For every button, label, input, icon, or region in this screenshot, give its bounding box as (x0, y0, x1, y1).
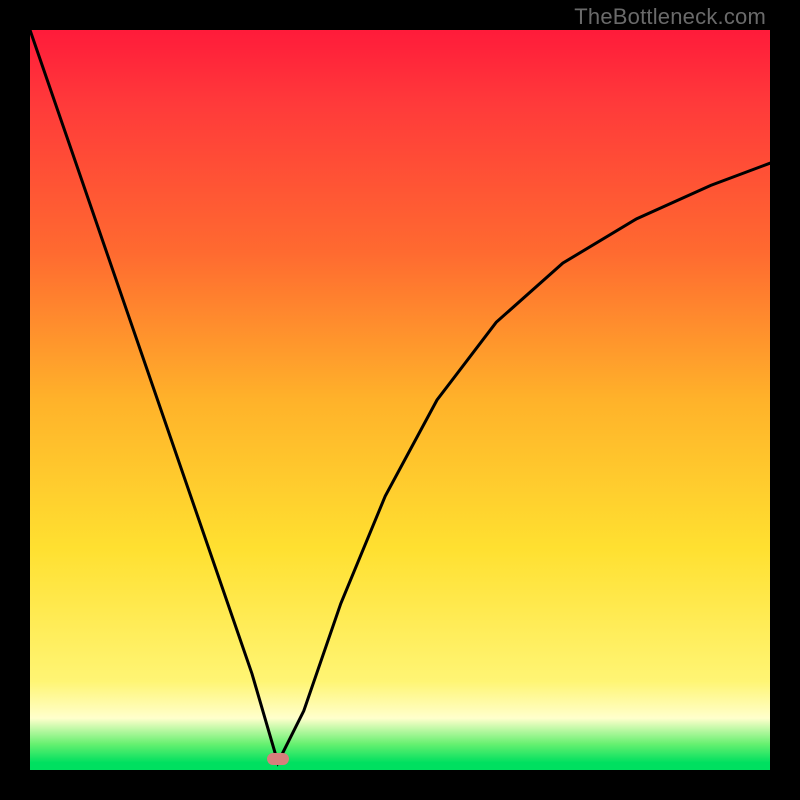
minimum-marker (267, 753, 289, 765)
curve-layer (30, 30, 770, 770)
bottleneck-curve (30, 30, 770, 763)
plot-area (30, 30, 770, 770)
watermark-text: TheBottleneck.com (574, 4, 766, 30)
chart-frame: TheBottleneck.com (0, 0, 800, 800)
